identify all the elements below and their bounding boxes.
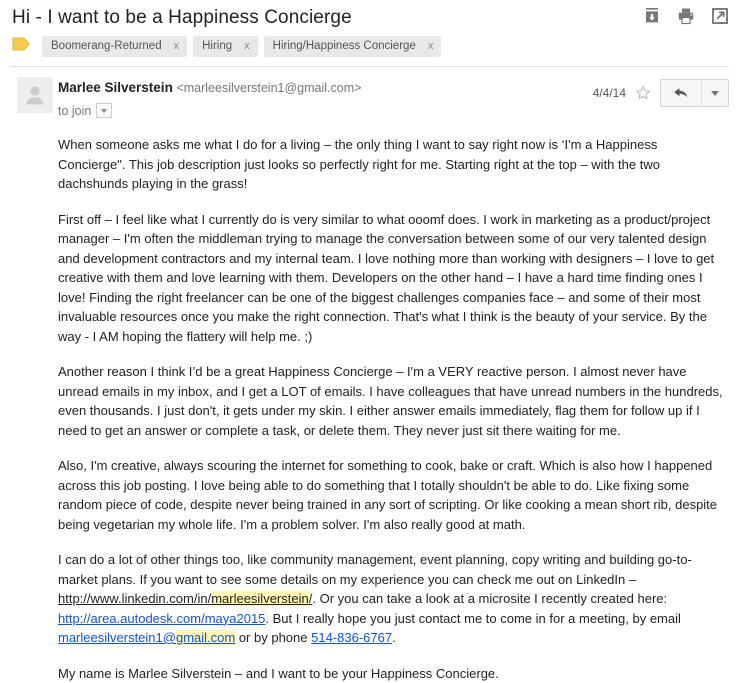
link-prefix: http://www. — [58, 591, 122, 606]
link-mid: linkedin.com/in/ — [122, 591, 212, 606]
archive-icon[interactable] — [643, 7, 661, 25]
sender-email[interactable]: <marleesilverstein1@gmail.com> — [176, 81, 361, 95]
body-paragraph-3: Another reason I think I’d be a great Ha… — [58, 362, 725, 440]
label-chip-text: Boomerang-Returned — [51, 38, 162, 54]
body-text-intro: I can do a lot of other things too, like… — [58, 552, 692, 587]
print-icon-svg — [677, 7, 695, 25]
label-chip-text: Hiring — [202, 38, 232, 54]
body-text-after-microsite: . But I really hope you just contact me … — [265, 611, 680, 626]
archive-icon-svg — [643, 7, 661, 25]
sender-name[interactable]: Marlee Silverstein — [58, 80, 173, 95]
avatar[interactable] — [17, 77, 53, 113]
body-paragraph-1: When someone asks me what I do for a liv… — [58, 135, 725, 194]
phone-number-link[interactable]: 514-836-6767 — [311, 630, 392, 645]
linkedin-profile-link[interactable]: http://www.linkedin.com/in/marleesilvers… — [58, 591, 312, 606]
sender-block: Marlee Silverstein <marleesilverstein1@g… — [0, 67, 739, 131]
email-address-link[interactable]: marleesilverstein1@gmail.com — [58, 630, 235, 645]
avatar-placeholder-icon — [17, 77, 53, 113]
label-folder-icon-svg — [12, 37, 30, 51]
caret-glyph — [101, 109, 107, 113]
star-icon-svg — [635, 85, 651, 101]
reply-button[interactable] — [661, 80, 702, 106]
label-chip[interactable]: Hiring/Happiness Concierge x — [264, 36, 442, 57]
body-paragraph-2: First off – I feel like what I currently… — [58, 210, 725, 347]
message-date: 4/4/14 — [593, 86, 626, 100]
header-actions — [643, 7, 729, 25]
label-chip-text: Hiring/Happiness Concierge — [273, 38, 416, 54]
body-text-before-phone: or by phone — [235, 630, 311, 645]
message-meta: 4/4/14 — [593, 79, 729, 107]
label-chip[interactable]: Hiring x — [193, 36, 258, 57]
label-chip-remove-icon[interactable]: x — [174, 38, 180, 54]
body-text-end: . — [392, 630, 396, 645]
open-in-new-window-icon[interactable] — [711, 7, 729, 25]
star-icon[interactable] — [635, 85, 651, 101]
body-paragraph-5: I can do a lot of other things too, like… — [58, 550, 725, 648]
label-chip-remove-icon[interactable]: x — [244, 38, 250, 54]
details-chevron-down-icon[interactable] — [96, 103, 112, 118]
label-chip-remove-icon[interactable]: x — [428, 38, 434, 54]
link-highlighted-part: marleesilverstein — [211, 591, 309, 606]
email-local-part: marleesilverstein1@ — [58, 630, 176, 645]
message-body: When someone asks me what I do for a liv… — [58, 135, 725, 683]
print-icon[interactable] — [677, 7, 695, 25]
subject-row: Hi - I want to be a Happiness Concierge — [0, 0, 739, 32]
body-text-after-linkedin: . Or you can take a look at a microsite … — [312, 591, 667, 606]
body-paragraph-4: Also, I'm creative, always scouring the … — [58, 456, 725, 534]
label-folder-icon — [12, 37, 42, 56]
open-in-new-window-icon-svg — [711, 7, 729, 25]
page-title: Hi - I want to be a Happiness Concierge — [12, 6, 739, 30]
reply-arrow-icon — [672, 85, 690, 101]
autodesk-microsite-link[interactable]: http://area.autodesk.com/maya2015 — [58, 611, 265, 626]
labels-row: Boomerang-Returned x Hiring x Hiring/Hap… — [0, 32, 739, 62]
recipient-text: to join — [58, 104, 91, 118]
body-paragraph-6: My name is Marlee Silverstein – and I wa… — [58, 664, 725, 683]
email-domain-highlighted: gmail.com — [176, 630, 235, 645]
reply-button-group — [660, 79, 729, 107]
label-chip[interactable]: Boomerang-Returned x — [42, 36, 187, 57]
caret-glyph — [711, 91, 719, 96]
more-options-chevron-down-icon[interactable] — [702, 80, 728, 106]
